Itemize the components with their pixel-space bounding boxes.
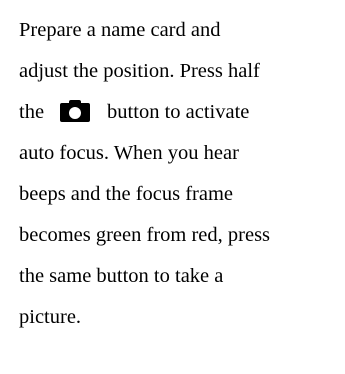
instructions-paragraph: Prepare a name card and adjust the posit…	[19, 0, 339, 338]
text-line-with-icon: the button to activate	[19, 92, 339, 133]
text-fragment: the	[19, 101, 45, 123]
text-line: adjust the position. Press half	[19, 60, 260, 82]
text-line: auto focus. When you hear	[19, 142, 239, 164]
camera-shutter-icon	[60, 100, 91, 122]
text-line: becomes green from red, press	[19, 224, 271, 246]
text-line: the same button to take a	[19, 265, 224, 287]
text-fragment: button to activate	[107, 101, 250, 123]
text-line: beeps and the focus frame	[19, 183, 234, 205]
text-line: Prepare a name card and	[19, 19, 221, 41]
text-line: picture.	[19, 306, 82, 328]
